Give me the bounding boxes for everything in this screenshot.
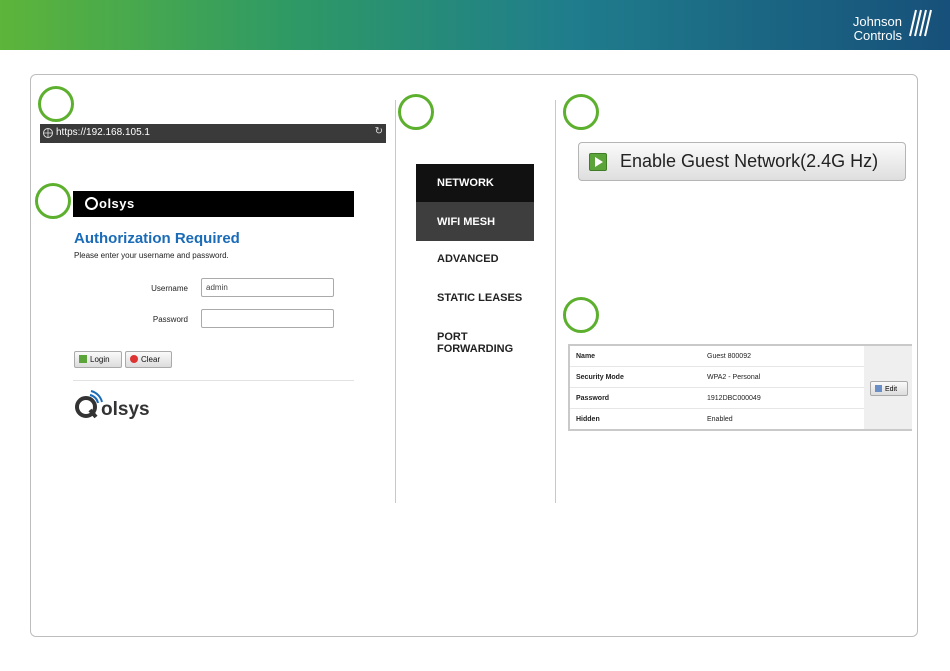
login-icon xyxy=(79,355,87,363)
edit-button-label: Edit xyxy=(885,386,898,393)
table-row: Name Guest 800092 xyxy=(570,346,864,367)
username-label: Username xyxy=(151,284,188,293)
guest-network-label: Enable Guest Network(2.4G Hz) xyxy=(620,151,879,171)
qolsys-header-logo: olsys xyxy=(85,196,135,211)
step-marker-5 xyxy=(563,297,599,333)
auth-title: Authorization Required xyxy=(74,230,240,247)
clear-button[interactable]: Clear xyxy=(125,351,172,368)
svg-text:olsys: olsys xyxy=(101,399,150,420)
login-button[interactable]: Login xyxy=(74,351,122,368)
column-divider-right xyxy=(555,100,556,503)
row-key: Hidden xyxy=(576,416,600,423)
nav-item-label: NETWORK xyxy=(437,177,494,189)
nav-item-port-forwarding[interactable]: PORT FORWARDING xyxy=(416,331,526,355)
row-key: Password xyxy=(576,395,610,402)
step-marker-1 xyxy=(38,86,74,122)
play-icon xyxy=(589,153,607,171)
qolsys-brand-text: olsys xyxy=(99,196,135,211)
enable-guest-network-button[interactable]: Enable Guest Network(2.4G Hz) xyxy=(578,142,906,181)
nav-item-label: STATIC LEASES xyxy=(437,292,523,304)
edit-icon xyxy=(875,385,882,392)
username-input[interactable] xyxy=(201,278,334,297)
nav-item-advanced[interactable]: ADVANCED xyxy=(416,253,534,271)
row-value: WPA2 - Personal xyxy=(707,374,761,381)
qolsys-q-icon xyxy=(85,197,98,210)
clear-icon xyxy=(130,355,138,363)
edit-cell: Edit xyxy=(864,346,912,429)
browser-address-bar[interactable]: https://192.168.105.1 ↻ xyxy=(40,124,386,143)
globe-icon xyxy=(43,128,53,138)
table-row: Password 1912DBC000049 xyxy=(570,388,864,409)
password-input[interactable] xyxy=(201,309,334,328)
column-divider-left xyxy=(395,100,396,503)
step-marker-4 xyxy=(563,94,599,130)
login-button-label: Login xyxy=(90,355,110,364)
step-marker-2 xyxy=(35,183,71,219)
table-row: Security Mode WPA2 - Personal xyxy=(570,367,864,388)
auth-subtitle: Please enter your username and password. xyxy=(74,251,229,260)
nav-item-static-leases[interactable]: STATIC LEASES xyxy=(416,292,534,310)
johnson-controls-logo-text: Johnson Controls xyxy=(853,15,902,43)
brand-line-1: Johnson xyxy=(852,14,902,29)
brand-line-2: Controls xyxy=(853,28,902,43)
password-label: Password xyxy=(152,315,188,324)
qolsys-header-bar: olsys xyxy=(73,191,354,217)
row-value: 1912DBC000049 xyxy=(707,395,761,402)
row-value: Enabled xyxy=(707,416,733,423)
clear-button-label: Clear xyxy=(141,355,161,364)
url-text: https://192.168.105.1 xyxy=(56,127,150,138)
nav-item-label: ADVANCED xyxy=(437,253,499,265)
nav-item-network[interactable]: NETWORK xyxy=(416,164,534,202)
nav-item-label: WIFI MESH xyxy=(437,216,496,228)
johnson-controls-logo-icon xyxy=(909,9,932,37)
guest-network-table: Name Guest 800092 Security Mode WPA2 - P… xyxy=(568,344,912,431)
table-row: Hidden Enabled xyxy=(570,409,864,430)
login-divider xyxy=(73,380,354,381)
qolsys-logo: olsys xyxy=(75,390,150,420)
nav-item-wifi-mesh[interactable]: WIFI MESH xyxy=(416,202,534,241)
edit-button[interactable]: Edit xyxy=(870,381,908,396)
row-key: Security Mode xyxy=(576,374,624,381)
reload-icon[interactable]: ↻ xyxy=(375,126,383,137)
row-key: Name xyxy=(576,353,596,360)
row-value: Guest 800092 xyxy=(707,353,751,360)
header-banner: Johnson Controls xyxy=(0,0,950,50)
step-marker-3 xyxy=(398,94,434,130)
nav-item-label: PORT FORWARDING xyxy=(437,331,514,355)
